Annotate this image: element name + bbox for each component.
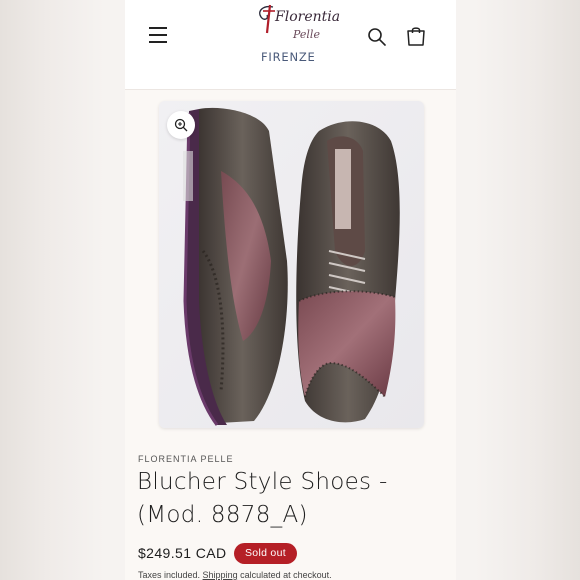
- zoom-in-icon: [174, 118, 188, 132]
- search-icon[interactable]: [367, 27, 387, 47]
- tax-note-suffix: calculated at checkout.: [237, 570, 332, 580]
- sold-out-badge: Sold out: [234, 543, 297, 564]
- product-vendor: FLORENTIA PELLE: [138, 454, 234, 464]
- mobile-page: Florentia Pelle FIRENZE FLORENTIA PELLE …: [125, 0, 456, 580]
- logo-text-city: FIRENZE: [261, 50, 316, 64]
- product-image[interactable]: [159, 101, 424, 428]
- hamburger-menu-icon[interactable]: [149, 27, 167, 43]
- zoom-button[interactable]: [167, 111, 195, 139]
- tax-note-prefix: Taxes included.: [138, 570, 203, 580]
- logo-swirl-icon: [259, 4, 275, 34]
- logo-text-florentia: Florentia: [275, 9, 341, 25]
- shopping-bag-icon[interactable]: [405, 25, 427, 47]
- brand-logo[interactable]: Florentia Pelle FIRENZE: [247, 2, 347, 72]
- shipping-link[interactable]: Shipping: [203, 570, 238, 580]
- product-title: Blucher Style Shoes - (Mod. 8878_A): [137, 469, 388, 528]
- tax-note: Taxes included. Shipping calculated at c…: [138, 570, 332, 580]
- product-price: $249.51 CAD: [138, 545, 227, 561]
- site-header: Florentia Pelle FIRENZE: [125, 0, 456, 90]
- logo-text-pelle: Pelle: [293, 28, 320, 41]
- shoes-photo: [159, 101, 424, 428]
